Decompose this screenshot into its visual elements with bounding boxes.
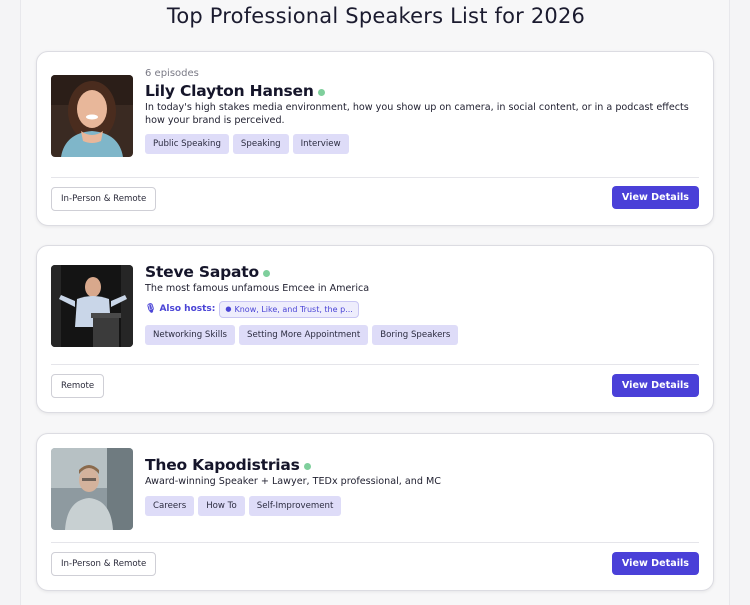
episode-count: 6 episodes <box>145 68 199 79</box>
topic-tag[interactable]: Speaking <box>232 134 289 154</box>
topic-tag[interactable]: Self-Improvement <box>248 495 342 516</box>
speaker-tagline: In today's high stakes media environment… <box>145 102 689 126</box>
speaker-info: 6 episodes Lily Clayton Hansen In today'… <box>145 68 699 154</box>
speaker-photo <box>51 448 133 530</box>
podcast-icon: ● <box>225 305 232 313</box>
format-badge: Remote <box>51 374 105 398</box>
speaker-avatar[interactable] <box>51 75 133 157</box>
online-status-icon <box>303 462 311 470</box>
topic-tag[interactable]: How To <box>198 495 245 516</box>
topic-tag[interactable]: Interview <box>292 134 349 154</box>
also-hosts-text: Also hosts: <box>159 304 216 314</box>
card-divider <box>51 364 699 365</box>
topic-tags: Public Speaking Speaking Interview <box>145 134 699 154</box>
speaker-card[interactable]: 6 episodes Lily Clayton Hansen In today'… <box>36 51 714 226</box>
name-row: Lily Clayton Hansen <box>145 82 699 100</box>
speaker-name[interactable]: Steve Sapato <box>145 263 259 281</box>
format-badge: In-Person & Remote <box>51 552 157 576</box>
view-details-button[interactable]: View Details <box>611 374 699 397</box>
also-hosts-row: 🎙 Also hosts: ● Know, Like, and Trust, t… <box>145 300 699 318</box>
speaker-card[interactable]: Theo Kapodistrias Award-winning Speaker … <box>36 433 714 591</box>
topic-tag[interactable]: Setting More Appointment <box>238 324 369 345</box>
topic-tag[interactable]: Boring Speakers <box>372 324 459 345</box>
hosted-podcast-name: Know, Like, and Trust, the p... <box>234 304 353 314</box>
name-row: Theo Kapodistrias <box>145 456 699 474</box>
speaker-name[interactable]: Lily Clayton Hansen <box>145 82 314 100</box>
topic-tags: Networking Skills Setting More Appointme… <box>145 324 699 345</box>
speaker-photo <box>51 75 133 157</box>
card-divider <box>51 177 699 178</box>
speaker-card[interactable]: Steve Sapato The most famous unfamous Em… <box>36 245 714 413</box>
card-divider <box>51 542 699 543</box>
speaker-tagline: The most famous unfamous Emcee in Americ… <box>145 283 370 294</box>
also-hosts-label: 🎙 Also hosts: <box>145 304 215 314</box>
topic-tags: Careers How To Self-Improvement <box>145 495 699 516</box>
speaker-info: Theo Kapodistrias Award-winning Speaker … <box>145 456 699 516</box>
view-details-button[interactable]: View Details <box>611 186 699 209</box>
page-title: Top Professional Speakers List for 2026 <box>166 4 586 28</box>
speaker-tagline: Award-winning Speaker + Lawyer, TEDx pro… <box>145 476 441 487</box>
speaker-info: Steve Sapato The most famous unfamous Em… <box>145 263 699 345</box>
speaker-name[interactable]: Theo Kapodistrias <box>145 456 300 474</box>
hosted-podcast-link[interactable]: ● Know, Like, and Trust, the p... <box>219 300 359 318</box>
topic-tag[interactable]: Careers <box>145 495 195 516</box>
speaker-photo <box>51 265 133 347</box>
online-status-icon <box>262 269 270 277</box>
speaker-avatar[interactable] <box>51 265 133 347</box>
name-row: Steve Sapato <box>145 263 699 281</box>
online-status-icon <box>317 88 325 96</box>
format-badge: In-Person & Remote <box>51 187 157 211</box>
topic-tag[interactable]: Networking Skills <box>145 324 235 345</box>
speaker-avatar[interactable] <box>51 448 133 530</box>
view-details-button[interactable]: View Details <box>611 552 699 575</box>
microphone-icon: 🎙 <box>145 304 157 314</box>
page: Top Professional Speakers List for 2026 … <box>20 0 730 605</box>
topic-tag[interactable]: Public Speaking <box>145 134 229 154</box>
